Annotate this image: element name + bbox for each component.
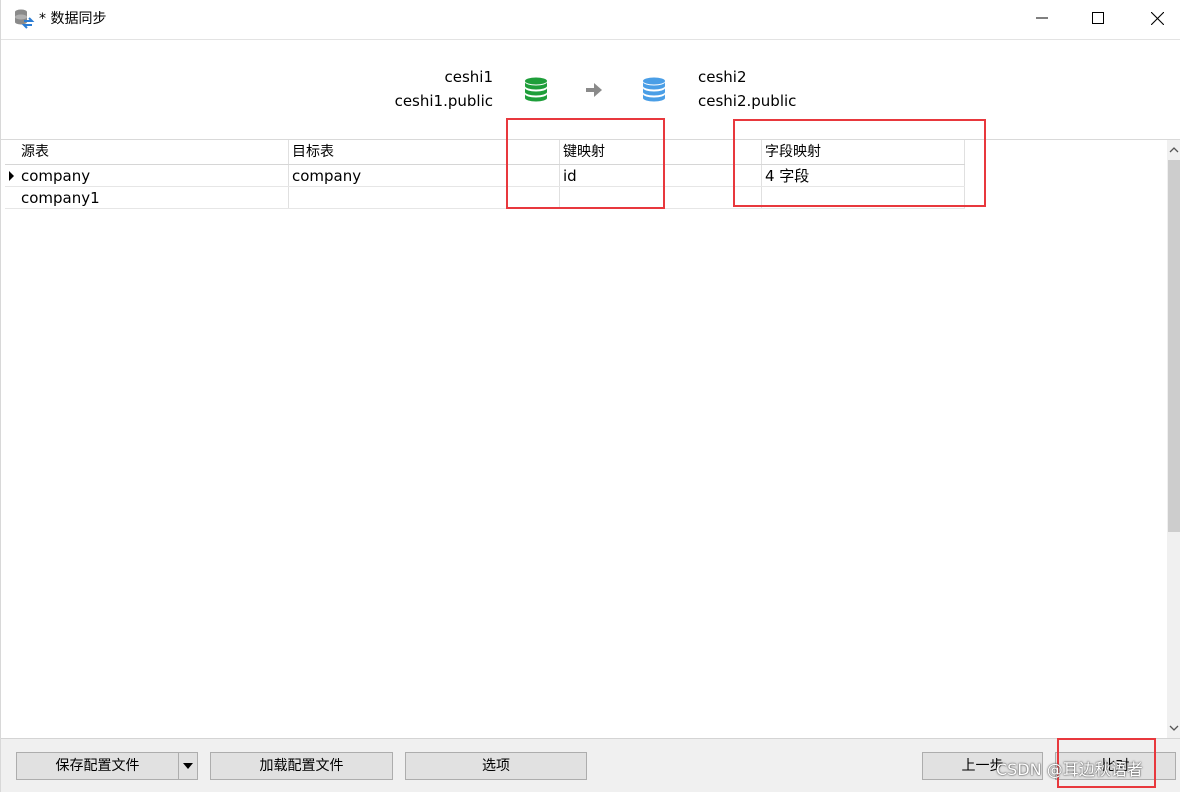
target-connection-name: ceshi2 xyxy=(698,68,747,86)
target-schema-name: ceshi2.public xyxy=(698,92,797,110)
maximize-button[interactable] xyxy=(1075,0,1121,36)
column-header-key-mapping[interactable]: 键映射 xyxy=(560,140,762,164)
bottom-button-bar: 保存配置文件 加载配置文件 选项 上一步 比对 xyxy=(1,738,1180,792)
data-sync-app-icon xyxy=(13,8,35,30)
minimize-button[interactable] xyxy=(1019,0,1065,36)
cell-field-mapping[interactable]: 4 字段 xyxy=(762,165,965,186)
cell-target-table[interactable]: company xyxy=(289,165,560,186)
connection-header: ceshi1 ceshi1.public ceshi2 ceshi2.publi… xyxy=(1,40,1180,140)
close-button[interactable] xyxy=(1134,0,1180,36)
cell-key-mapping[interactable] xyxy=(560,187,762,208)
save-config-button[interactable]: 保存配置文件 xyxy=(16,752,179,780)
maximize-icon xyxy=(1092,12,1104,24)
window-title: * 数据同步 xyxy=(39,11,107,27)
source-connection-name: ceshi1 xyxy=(444,68,493,86)
column-header-target[interactable]: 目标表 xyxy=(289,140,560,164)
save-config-dropdown-button[interactable] xyxy=(178,752,198,780)
cell-source-table[interactable]: company xyxy=(18,165,289,186)
table-mapping-grid: 源表 目标表 键映射 字段映射 company company id 4 字段 … xyxy=(5,140,1167,738)
chevron-up-icon xyxy=(1169,147,1179,153)
source-schema-name: ceshi1.public xyxy=(394,92,493,110)
cell-key-mapping[interactable]: id xyxy=(560,165,762,186)
scroll-down-button[interactable] xyxy=(1167,720,1180,736)
options-button[interactable]: 选项 xyxy=(405,752,587,780)
vertical-scrollbar[interactable] xyxy=(1167,140,1180,738)
arrow-right-icon xyxy=(585,82,603,102)
column-header-field-mapping[interactable]: 字段映射 xyxy=(762,140,965,164)
scrollbar-thumb[interactable] xyxy=(1168,160,1180,532)
grid-header: 源表 目标表 键映射 字段映射 xyxy=(5,140,965,165)
load-config-button[interactable]: 加载配置文件 xyxy=(210,752,393,780)
table-row[interactable]: company company id 4 字段 xyxy=(5,165,965,187)
table-row[interactable]: company1 xyxy=(5,187,965,209)
cell-target-table[interactable] xyxy=(289,187,560,208)
current-row-indicator-icon xyxy=(9,171,14,181)
title-bar: * 数据同步 xyxy=(1,0,1180,40)
database-green-icon xyxy=(524,77,548,107)
scroll-up-button[interactable] xyxy=(1167,142,1180,158)
close-icon xyxy=(1150,11,1164,25)
cell-source-table[interactable]: company1 xyxy=(18,187,289,208)
data-sync-window: * 数据同步 ceshi1 ceshi1.public ceshi2 ceshi… xyxy=(0,0,1180,792)
chevron-down-icon xyxy=(1169,725,1179,731)
cell-field-mapping[interactable] xyxy=(762,187,965,208)
database-blue-icon xyxy=(642,77,666,107)
minimize-icon xyxy=(1036,17,1048,19)
caret-down-icon xyxy=(183,763,193,769)
compare-button[interactable]: 比对 xyxy=(1055,752,1176,780)
previous-step-button[interactable]: 上一步 xyxy=(922,752,1043,780)
column-header-source[interactable]: 源表 xyxy=(18,140,289,164)
